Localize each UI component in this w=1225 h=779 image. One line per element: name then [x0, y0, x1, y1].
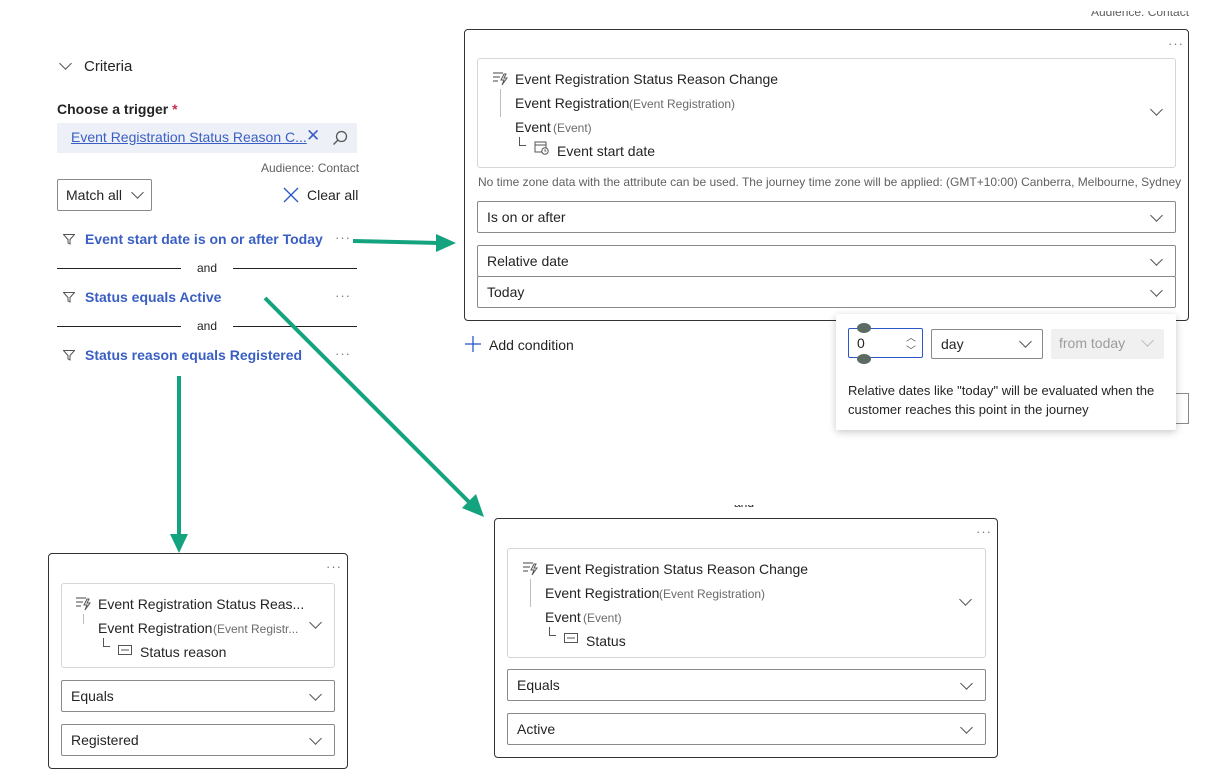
arrow-to-date-panel — [352, 234, 456, 252]
arrow-to-status-panel — [263, 296, 484, 517]
annotation-arrows — [170, 234, 484, 553]
arrow-to-reason-panel — [170, 376, 188, 553]
